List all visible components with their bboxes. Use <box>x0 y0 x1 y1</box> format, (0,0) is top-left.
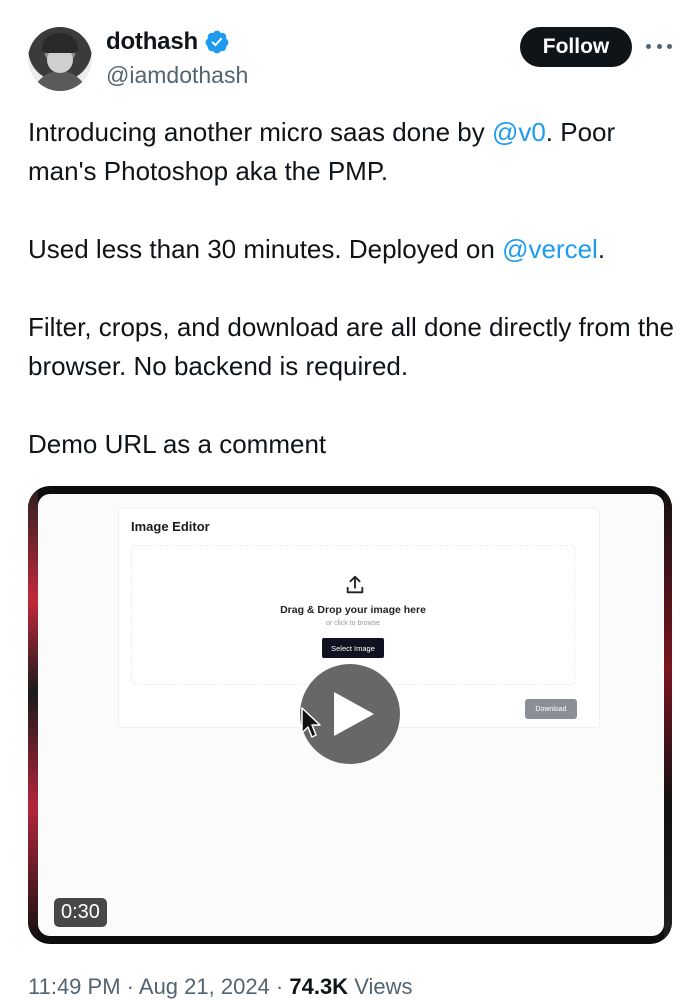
drop-zone-title: Drag & Drop your image here <box>280 604 426 616</box>
avatar-shoulders <box>32 71 88 91</box>
tweet-text-segment: Used less than 30 minutes. Deployed on <box>28 234 503 264</box>
more-horizontal-icon[interactable] <box>646 36 672 56</box>
upload-icon <box>346 575 364 594</box>
tweet-paragraph-2: Used less than 30 minutes. Deployed on @… <box>28 230 678 269</box>
avatar[interactable] <box>28 27 92 91</box>
video-media[interactable]: Image Editor Drag & Drop your image here… <box>28 486 672 944</box>
mention-vercel-link[interactable]: @vercel <box>502 234 598 264</box>
download-button: Download <box>525 699 577 719</box>
verified-badge-icon <box>205 30 229 54</box>
mouse-cursor-icon <box>301 707 321 738</box>
meta-separator: · <box>269 974 290 999</box>
views-label: Views <box>348 974 413 999</box>
more-dot <box>656 43 662 49</box>
video-frame: Image Editor Drag & Drop your image here… <box>38 494 664 936</box>
tweet-paragraph-1: Introducing another micro saas done by @… <box>28 113 678 191</box>
user-handle[interactable]: @iamdothash <box>106 62 248 89</box>
tweet-paragraph-4: Demo URL as a comment <box>28 429 327 459</box>
display-name[interactable]: dothash <box>106 28 198 56</box>
meta-separator: · <box>120 974 139 999</box>
tweet-post: dothash @iamdothash Follow Introducing a… <box>0 0 700 1000</box>
mention-v0-link[interactable]: @v0 <box>492 117 546 147</box>
tweet-text-segment: Introducing another micro saas done by <box>28 117 492 147</box>
tweet-date[interactable]: Aug 21, 2024 <box>139 974 270 999</box>
tweet-text-segment: . <box>597 234 606 264</box>
tweet-paragraph-3: Filter, crops, and download are all done… <box>28 312 675 381</box>
views-count[interactable]: 74.3K <box>289 974 348 999</box>
tweet-meta: 11:49 PM · Aug 21, 2024 · 74.3K Views <box>28 974 412 1000</box>
video-duration-badge: 0:30 <box>54 898 107 927</box>
avatar-cap <box>42 33 78 53</box>
more-dot <box>646 43 651 49</box>
image-editor-title: Image Editor <box>131 519 210 534</box>
tweet-text: Introducing another micro saas done by @… <box>28 113 678 464</box>
tweet-time[interactable]: 11:49 PM <box>28 974 121 999</box>
follow-button[interactable]: Follow <box>520 27 632 67</box>
drop-zone-subtitle: or click to browse <box>325 620 381 627</box>
select-image-button: Select Image <box>322 638 384 658</box>
more-dot <box>667 43 672 49</box>
play-icon <box>334 692 374 736</box>
author-name-row[interactable]: dothash <box>106 28 230 56</box>
